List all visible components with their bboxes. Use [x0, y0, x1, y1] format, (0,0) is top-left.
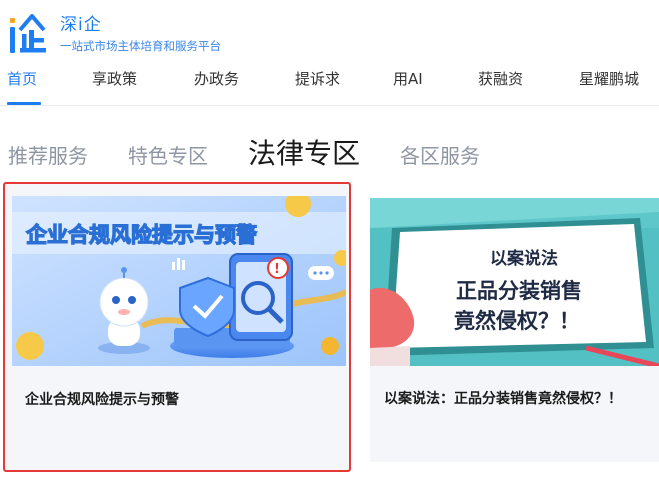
nav-item-financing[interactable]: 获融资 — [478, 68, 523, 89]
nav-item-government[interactable]: 办政务 — [194, 68, 239, 89]
brand-name[interactable]: 深i企 — [60, 10, 102, 35]
tab-district[interactable]: 各区服务 — [400, 140, 480, 169]
card-title[interactable]: 以案说法：正品分装销售竟然侵权？！ — [384, 388, 622, 408]
case-study-banner-image: 以案说法 正品分装销售 竟然侵权？！ — [370, 198, 659, 366]
card-title[interactable]: 企业合规风险提示与预警 — [25, 389, 179, 409]
tab-featured[interactable]: 特色专区 — [128, 140, 208, 169]
brand-tagline: 一站式市场主体培育和服务平台 — [60, 39, 221, 53]
case-study-banner-line3: 竟然侵权？！ — [454, 309, 580, 333]
nav-item-policy[interactable]: 享政策 — [92, 68, 137, 89]
nav-item-star-pengcheng[interactable]: 星耀鹏城 — [579, 68, 639, 89]
case-study-banner-line1: 以案说法 — [490, 248, 558, 269]
site-header: 深i企 一站式市场主体培育和服务平台 — [0, 0, 659, 62]
logo-icon[interactable] — [6, 12, 50, 56]
service-tabs: 推荐服务 特色专区 法律专区 各区服务 — [0, 128, 659, 178]
nav-item-home[interactable]: 首页 — [7, 68, 37, 89]
nav-item-ai[interactable]: 用AI — [393, 68, 423, 89]
main-nav: 首页 享政策 办政务 提诉求 用AI 获融资 星耀鹏城 — [0, 62, 659, 106]
compliance-banner-image: 企业合规风险提示与预警 ! — [12, 196, 346, 366]
tab-recommended[interactable]: 推荐服务 — [8, 140, 88, 169]
compliance-banner-text: 企业合规风险提示与预警 — [25, 223, 257, 247]
case-study-banner-line2: 正品分装销售 — [456, 279, 582, 303]
service-card-compliance[interactable]: 企业合规风险提示与预警 ! 企业合规风险提示与预警 — [3, 182, 351, 472]
svg-text:!: ! — [274, 262, 280, 277]
tab-legal[interactable]: 法律专区 — [248, 132, 360, 172]
nav-item-appeal[interactable]: 提诉求 — [295, 68, 340, 89]
service-card-case-study[interactable]: 以案说法 正品分装销售 竟然侵权？！ 以案说法：正品分装销售竟然侵权？！ — [370, 198, 659, 462]
nav-active-indicator — [7, 102, 41, 105]
